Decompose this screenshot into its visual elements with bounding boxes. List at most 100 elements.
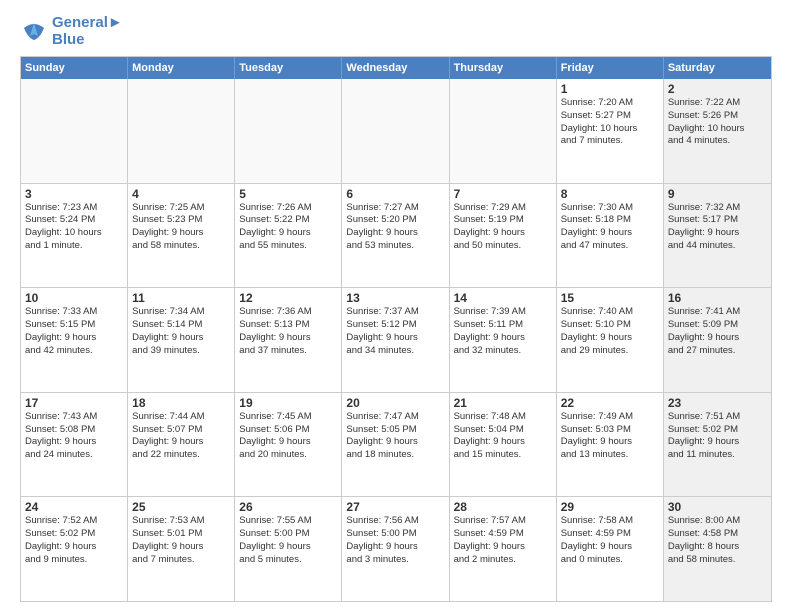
day-info: Sunrise: 7:27 AM Sunset: 5:20 PM Dayligh… bbox=[346, 202, 444, 253]
day-info: Sunrise: 7:25 AM Sunset: 5:23 PM Dayligh… bbox=[132, 202, 230, 253]
day-number: 21 bbox=[454, 396, 552, 410]
day-number: 1 bbox=[561, 82, 659, 96]
day-number: 30 bbox=[668, 500, 767, 514]
day-number: 10 bbox=[25, 291, 123, 305]
day-cell-empty-0-4 bbox=[450, 79, 557, 183]
calendar-row-1: 3Sunrise: 7:23 AM Sunset: 5:24 PM Daylig… bbox=[21, 183, 771, 288]
day-number: 27 bbox=[346, 500, 444, 514]
page: General► Blue SundayMondayTuesdayWednesd… bbox=[0, 0, 792, 612]
day-number: 15 bbox=[561, 291, 659, 305]
day-cell-23: 23Sunrise: 7:51 AM Sunset: 5:02 PM Dayli… bbox=[664, 393, 771, 497]
day-cell-8: 8Sunrise: 7:30 AM Sunset: 5:18 PM Daylig… bbox=[557, 184, 664, 288]
day-info: Sunrise: 7:22 AM Sunset: 5:26 PM Dayligh… bbox=[668, 97, 767, 148]
day-cell-5: 5Sunrise: 7:26 AM Sunset: 5:22 PM Daylig… bbox=[235, 184, 342, 288]
day-info: Sunrise: 7:32 AM Sunset: 5:17 PM Dayligh… bbox=[668, 202, 767, 253]
day-info: Sunrise: 7:52 AM Sunset: 5:02 PM Dayligh… bbox=[25, 515, 123, 566]
day-number: 17 bbox=[25, 396, 123, 410]
day-number: 9 bbox=[668, 187, 767, 201]
day-info: Sunrise: 7:39 AM Sunset: 5:11 PM Dayligh… bbox=[454, 306, 552, 357]
day-number: 23 bbox=[668, 396, 767, 410]
day-info: Sunrise: 7:34 AM Sunset: 5:14 PM Dayligh… bbox=[132, 306, 230, 357]
day-number: 25 bbox=[132, 500, 230, 514]
day-number: 6 bbox=[346, 187, 444, 201]
day-cell-27: 27Sunrise: 7:56 AM Sunset: 5:00 PM Dayli… bbox=[342, 497, 449, 601]
day-cell-1: 1Sunrise: 7:20 AM Sunset: 5:27 PM Daylig… bbox=[557, 79, 664, 183]
day-cell-16: 16Sunrise: 7:41 AM Sunset: 5:09 PM Dayli… bbox=[664, 288, 771, 392]
day-info: Sunrise: 7:23 AM Sunset: 5:24 PM Dayligh… bbox=[25, 202, 123, 253]
day-number: 16 bbox=[668, 291, 767, 305]
day-info: Sunrise: 7:45 AM Sunset: 5:06 PM Dayligh… bbox=[239, 411, 337, 462]
day-cell-17: 17Sunrise: 7:43 AM Sunset: 5:08 PM Dayli… bbox=[21, 393, 128, 497]
day-cell-25: 25Sunrise: 7:53 AM Sunset: 5:01 PM Dayli… bbox=[128, 497, 235, 601]
logo-icon bbox=[20, 18, 48, 46]
day-info: Sunrise: 7:20 AM Sunset: 5:27 PM Dayligh… bbox=[561, 97, 659, 148]
day-info: Sunrise: 7:29 AM Sunset: 5:19 PM Dayligh… bbox=[454, 202, 552, 253]
calendar-header: SundayMondayTuesdayWednesdayThursdayFrid… bbox=[21, 57, 771, 79]
day-number: 5 bbox=[239, 187, 337, 201]
day-cell-empty-0-0 bbox=[21, 79, 128, 183]
day-number: 11 bbox=[132, 291, 230, 305]
logo: General► Blue bbox=[20, 15, 123, 48]
day-info: Sunrise: 7:57 AM Sunset: 4:59 PM Dayligh… bbox=[454, 515, 552, 566]
day-cell-18: 18Sunrise: 7:44 AM Sunset: 5:07 PM Dayli… bbox=[128, 393, 235, 497]
day-info: Sunrise: 7:47 AM Sunset: 5:05 PM Dayligh… bbox=[346, 411, 444, 462]
day-info: Sunrise: 7:58 AM Sunset: 4:59 PM Dayligh… bbox=[561, 515, 659, 566]
weekday-header-saturday: Saturday bbox=[664, 57, 771, 79]
day-info: Sunrise: 7:43 AM Sunset: 5:08 PM Dayligh… bbox=[25, 411, 123, 462]
day-number: 7 bbox=[454, 187, 552, 201]
day-cell-9: 9Sunrise: 7:32 AM Sunset: 5:17 PM Daylig… bbox=[664, 184, 771, 288]
weekday-header-tuesday: Tuesday bbox=[235, 57, 342, 79]
day-cell-24: 24Sunrise: 7:52 AM Sunset: 5:02 PM Dayli… bbox=[21, 497, 128, 601]
day-cell-3: 3Sunrise: 7:23 AM Sunset: 5:24 PM Daylig… bbox=[21, 184, 128, 288]
day-cell-21: 21Sunrise: 7:48 AM Sunset: 5:04 PM Dayli… bbox=[450, 393, 557, 497]
day-info: Sunrise: 7:40 AM Sunset: 5:10 PM Dayligh… bbox=[561, 306, 659, 357]
day-number: 4 bbox=[132, 187, 230, 201]
logo-text: General► Blue bbox=[52, 15, 123, 48]
weekday-header-thursday: Thursday bbox=[450, 57, 557, 79]
day-cell-empty-0-3 bbox=[342, 79, 449, 183]
day-cell-13: 13Sunrise: 7:37 AM Sunset: 5:12 PM Dayli… bbox=[342, 288, 449, 392]
calendar: SundayMondayTuesdayWednesdayThursdayFrid… bbox=[20, 56, 772, 602]
day-cell-11: 11Sunrise: 7:34 AM Sunset: 5:14 PM Dayli… bbox=[128, 288, 235, 392]
day-info: Sunrise: 7:49 AM Sunset: 5:03 PM Dayligh… bbox=[561, 411, 659, 462]
day-number: 14 bbox=[454, 291, 552, 305]
day-cell-28: 28Sunrise: 7:57 AM Sunset: 4:59 PM Dayli… bbox=[450, 497, 557, 601]
day-number: 2 bbox=[668, 82, 767, 96]
day-info: Sunrise: 7:33 AM Sunset: 5:15 PM Dayligh… bbox=[25, 306, 123, 357]
day-info: Sunrise: 7:37 AM Sunset: 5:12 PM Dayligh… bbox=[346, 306, 444, 357]
day-info: Sunrise: 8:00 AM Sunset: 4:58 PM Dayligh… bbox=[668, 515, 767, 566]
weekday-header-monday: Monday bbox=[128, 57, 235, 79]
day-info: Sunrise: 7:36 AM Sunset: 5:13 PM Dayligh… bbox=[239, 306, 337, 357]
day-info: Sunrise: 7:30 AM Sunset: 5:18 PM Dayligh… bbox=[561, 202, 659, 253]
day-info: Sunrise: 7:51 AM Sunset: 5:02 PM Dayligh… bbox=[668, 411, 767, 462]
weekday-header-friday: Friday bbox=[557, 57, 664, 79]
day-number: 26 bbox=[239, 500, 337, 514]
day-cell-29: 29Sunrise: 7:58 AM Sunset: 4:59 PM Dayli… bbox=[557, 497, 664, 601]
day-cell-empty-0-1 bbox=[128, 79, 235, 183]
day-cell-30: 30Sunrise: 8:00 AM Sunset: 4:58 PM Dayli… bbox=[664, 497, 771, 601]
day-info: Sunrise: 7:48 AM Sunset: 5:04 PM Dayligh… bbox=[454, 411, 552, 462]
day-cell-2: 2Sunrise: 7:22 AM Sunset: 5:26 PM Daylig… bbox=[664, 79, 771, 183]
day-number: 28 bbox=[454, 500, 552, 514]
day-info: Sunrise: 7:53 AM Sunset: 5:01 PM Dayligh… bbox=[132, 515, 230, 566]
day-number: 29 bbox=[561, 500, 659, 514]
calendar-row-2: 10Sunrise: 7:33 AM Sunset: 5:15 PM Dayli… bbox=[21, 287, 771, 392]
day-cell-26: 26Sunrise: 7:55 AM Sunset: 5:00 PM Dayli… bbox=[235, 497, 342, 601]
day-cell-12: 12Sunrise: 7:36 AM Sunset: 5:13 PM Dayli… bbox=[235, 288, 342, 392]
day-cell-4: 4Sunrise: 7:25 AM Sunset: 5:23 PM Daylig… bbox=[128, 184, 235, 288]
day-cell-22: 22Sunrise: 7:49 AM Sunset: 5:03 PM Dayli… bbox=[557, 393, 664, 497]
header: General► Blue bbox=[20, 15, 772, 48]
calendar-body: 1Sunrise: 7:20 AM Sunset: 5:27 PM Daylig… bbox=[21, 79, 771, 601]
weekday-header-sunday: Sunday bbox=[21, 57, 128, 79]
day-number: 24 bbox=[25, 500, 123, 514]
day-cell-10: 10Sunrise: 7:33 AM Sunset: 5:15 PM Dayli… bbox=[21, 288, 128, 392]
day-number: 19 bbox=[239, 396, 337, 410]
day-number: 8 bbox=[561, 187, 659, 201]
day-cell-empty-0-2 bbox=[235, 79, 342, 183]
day-info: Sunrise: 7:41 AM Sunset: 5:09 PM Dayligh… bbox=[668, 306, 767, 357]
day-number: 12 bbox=[239, 291, 337, 305]
day-number: 3 bbox=[25, 187, 123, 201]
day-cell-6: 6Sunrise: 7:27 AM Sunset: 5:20 PM Daylig… bbox=[342, 184, 449, 288]
calendar-row-0: 1Sunrise: 7:20 AM Sunset: 5:27 PM Daylig… bbox=[21, 79, 771, 183]
day-info: Sunrise: 7:55 AM Sunset: 5:00 PM Dayligh… bbox=[239, 515, 337, 566]
